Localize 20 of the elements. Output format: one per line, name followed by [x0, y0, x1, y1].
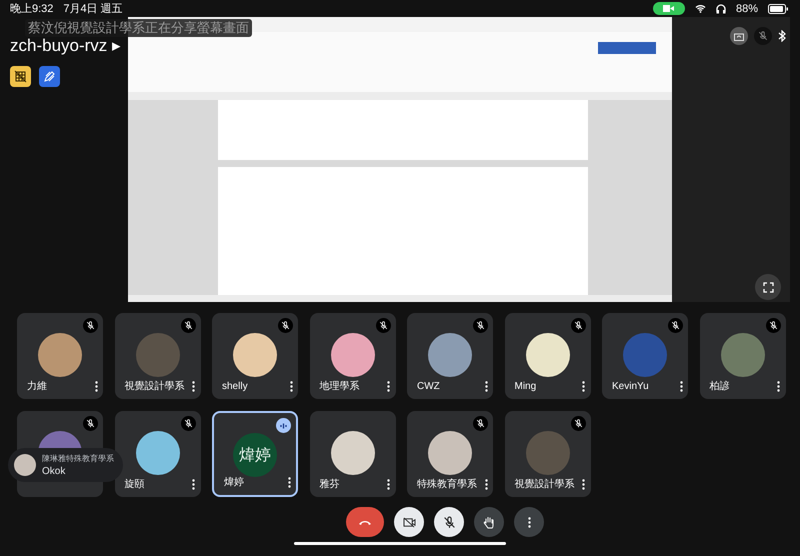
participant-name: 柏諺	[710, 380, 730, 393]
participant-name: 煒婷	[224, 476, 244, 489]
participant-name: 視覺設計學系	[514, 478, 574, 491]
participant-name: shelly	[222, 380, 248, 392]
initials-avatar: 煒婷	[233, 433, 277, 477]
participant-name: 視覺設計學系	[124, 380, 184, 393]
participant-name: 力維	[27, 380, 47, 393]
participant-name: CWZ	[417, 380, 440, 392]
participant-name: 特殊教育學系	[417, 478, 477, 491]
share-banner-text: 蔡汶倪視覺設計學系正在分享螢幕畫面	[25, 19, 252, 37]
participant-name: 地理學系	[320, 380, 360, 393]
participant-name: 旋頤	[124, 478, 144, 491]
participant-name: Ming	[514, 380, 536, 392]
battery-percentage: 88%	[736, 2, 758, 14]
chat-message: Okok	[42, 466, 66, 477]
status-time: 晚上9:32	[10, 2, 54, 16]
chat-sender: 陳琳雅特殊教育學系	[42, 453, 114, 464]
status-date: 7月4日 週五	[63, 2, 123, 16]
participant-name: KevinYu	[612, 380, 649, 392]
participant-name: 雅芬	[320, 478, 340, 491]
